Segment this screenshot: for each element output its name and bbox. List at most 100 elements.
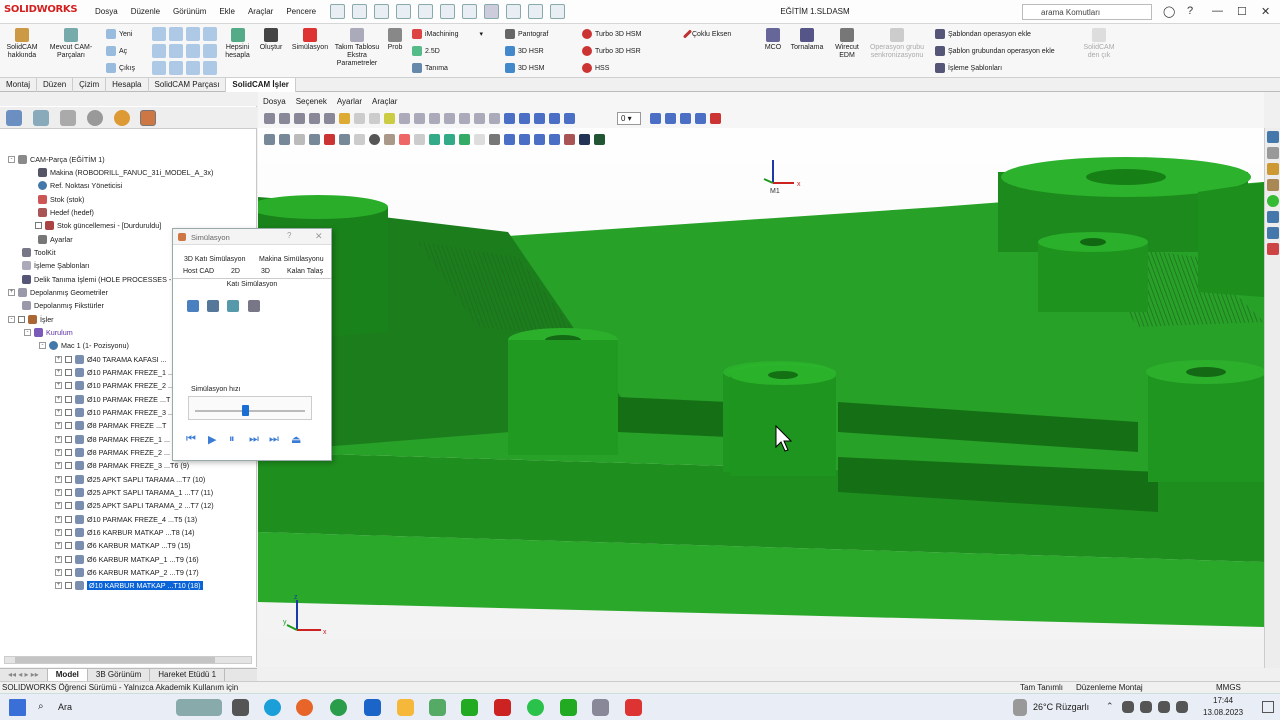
checkbox[interactable]	[65, 542, 72, 549]
cube-icon[interactable]	[534, 113, 545, 124]
takim-tablosu-button[interactable]: Takım Tablosu Ekstra Parametreler	[333, 28, 381, 68]
operation-item[interactable]: + Ø6 KARBUR MATKAP ...T9 (15)	[55, 541, 191, 550]
view-icon[interactable]	[444, 113, 455, 124]
measure-icon[interactable]	[339, 113, 350, 124]
op-icon[interactable]	[186, 44, 200, 58]
tab-nav-arrows[interactable]: ◂◂ ◂ ▸ ▸▸	[0, 669, 48, 681]
isleme-sablonlari-button[interactable]: İşleme Şablonları	[935, 63, 1002, 73]
collision-icon[interactable]	[324, 134, 335, 145]
tree-item-target[interactable]: Hedef (hedef)	[38, 208, 94, 217]
operation-item[interactable]: + Ø8 PARMAK FREZE ...T	[55, 421, 166, 430]
sablondan-operasyon-button[interactable]: Şablondan operasyon ekle	[935, 29, 1031, 39]
operation-item[interactable]: + Ø25 APKT SAPLI TARAMA ...T7 (10)	[55, 475, 205, 484]
tree-item-stock-update[interactable]: Stok güncellemesi - [Durduruldu]	[35, 221, 161, 230]
text-display-icon[interactable]	[489, 134, 500, 145]
operation-item[interactable]: + Ø6 KARBUR MATKAP_2 ...T9 (17)	[55, 568, 199, 577]
prob-button[interactable]: Prob	[384, 28, 406, 52]
tab-makina-sim[interactable]: Makina Simülasyonu	[259, 254, 324, 266]
clock-date[interactable]: 13.08.2023	[1203, 708, 1243, 717]
minimize-icon[interactable]: —	[1212, 5, 1223, 17]
file-explorer-icon[interactable]	[1267, 179, 1279, 191]
graph-icon[interactable]	[459, 134, 470, 145]
file-explorer-icon[interactable]	[397, 699, 414, 716]
home-icon[interactable]	[330, 4, 345, 19]
expand-icon[interactable]: +	[55, 409, 62, 416]
move-plus-icon[interactable]	[504, 134, 515, 145]
machine-view-icon[interactable]	[564, 134, 575, 145]
edge-icon[interactable]	[264, 699, 281, 716]
dialog-close-icon[interactable]: ✕	[315, 231, 323, 242]
sablon-grubu-button[interactable]: Şablon grubundan operasyon ekle	[935, 46, 1055, 56]
chrome-icon[interactable]	[330, 699, 347, 716]
operation-item[interactable]: + Ø6 KARBUR MATKAP_1 ...T9 (16)	[55, 555, 199, 564]
tree-item-hole-recognition[interactable]: Delik Tanıma İşlemi (HOLE PROCESSES - SO	[22, 275, 184, 284]
menu-pencere[interactable]: Pencere	[286, 7, 316, 16]
cube-icon[interactable]	[504, 113, 515, 124]
configuration-icon[interactable]	[60, 110, 76, 126]
move-plus-icon[interactable]	[549, 134, 560, 145]
tree-item-fixtures[interactable]: Depolanmış Fikstürler	[22, 301, 104, 310]
expand-icon[interactable]: +	[55, 476, 62, 483]
hepsini-hesapla-button[interactable]: Hepsini hesapla	[221, 28, 254, 60]
expand-icon[interactable]: +	[55, 396, 62, 403]
op-icon[interactable]	[152, 61, 166, 75]
close-icon[interactable]: ✕	[1261, 5, 1270, 18]
checkbox[interactable]	[65, 396, 72, 403]
op-icon[interactable]	[169, 44, 183, 58]
sim-menu-ayarlar[interactable]: Ayarlar	[337, 97, 362, 106]
step-forward-icon[interactable]: ⏭	[249, 433, 259, 446]
cikis-button[interactable]: Çıkış	[106, 63, 135, 73]
checkbox[interactable]	[65, 476, 72, 483]
cube-icon[interactable]	[564, 113, 575, 124]
clock-time[interactable]: 17:44	[1213, 696, 1233, 705]
new-file-icon[interactable]	[352, 4, 367, 19]
expand-icon[interactable]: +	[55, 556, 62, 563]
turbo-3d-hsm-button[interactable]: Turbo 3D HSM	[582, 29, 641, 39]
appearance-icon[interactable]	[114, 110, 130, 126]
sim-table-icon[interactable]	[248, 300, 260, 312]
clip-icon[interactable]	[354, 113, 365, 124]
battery-icon[interactable]	[1176, 701, 1188, 713]
tab-montaj[interactable]: Montaj	[0, 78, 38, 92]
tool-path-icon[interactable]	[429, 134, 440, 145]
tab-cizim[interactable]: Çizim	[73, 78, 107, 92]
move-plus-icon[interactable]	[534, 134, 545, 145]
tab-3d-kati-sim[interactable]: 3D Katı Simülasyon	[184, 254, 245, 266]
expand-icon[interactable]: +	[55, 356, 62, 363]
tree-item-machine[interactable]: Makina (ROBODRILL_FANUC_31i_MODEL_A_3x)	[38, 168, 213, 177]
checkbox[interactable]	[65, 449, 72, 456]
transparency-icon[interactable]	[414, 134, 425, 145]
checkbox[interactable]	[65, 502, 72, 509]
notification-icon[interactable]	[1262, 701, 1274, 713]
checkbox[interactable]	[65, 516, 72, 523]
tree-item-stock[interactable]: Stok (stok)	[38, 195, 84, 204]
operation-item[interactable]: + Ø8 PARMAK FREZE_3 ...T6 (9)	[55, 461, 189, 470]
section-icon[interactable]	[369, 113, 380, 124]
right-view-icon[interactable]	[695, 113, 706, 124]
open-folder-icon[interactable]	[374, 4, 389, 19]
op-icon[interactable]	[186, 61, 200, 75]
operation-item[interactable]: + Ø10 PARMAK FREZE_4 ...T5 (13)	[55, 515, 197, 524]
expand-icon[interactable]: +	[55, 436, 62, 443]
sim-compare-icon[interactable]	[227, 300, 239, 312]
expand-icon[interactable]: +	[55, 462, 62, 469]
file-properties-icon[interactable]	[528, 4, 543, 19]
sync-button[interactable]: Operasyon grubu senkronizasyonu	[866, 28, 928, 60]
redo-icon[interactable]	[462, 4, 477, 19]
pan-icon[interactable]	[294, 113, 305, 124]
tab-3b-gorunum[interactable]: 3B Görünüm	[88, 669, 151, 681]
graphics-viewport[interactable]: x M1 z x y	[258, 92, 1264, 667]
expand-icon[interactable]: +	[55, 569, 62, 576]
fixture-display-icon[interactable]	[309, 134, 320, 145]
expand-icon[interactable]: +	[55, 542, 62, 549]
refresh-icon[interactable]	[369, 134, 380, 145]
library-icon[interactable]	[1267, 163, 1279, 175]
operation-item-selected[interactable]: + Ø10 KARBUR MATKAP ...T10 (18)	[55, 581, 203, 590]
checkbox[interactable]	[65, 569, 72, 576]
rotate-icon[interactable]	[309, 113, 320, 124]
taskbar-search-text[interactable]: Ara	[58, 702, 72, 712]
network-icon[interactable]	[1122, 701, 1134, 713]
help-icon[interactable]: ?	[1187, 5, 1193, 17]
tree-item-kurulum[interactable]: - Kurulum	[24, 328, 73, 337]
print-icon[interactable]	[418, 4, 433, 19]
